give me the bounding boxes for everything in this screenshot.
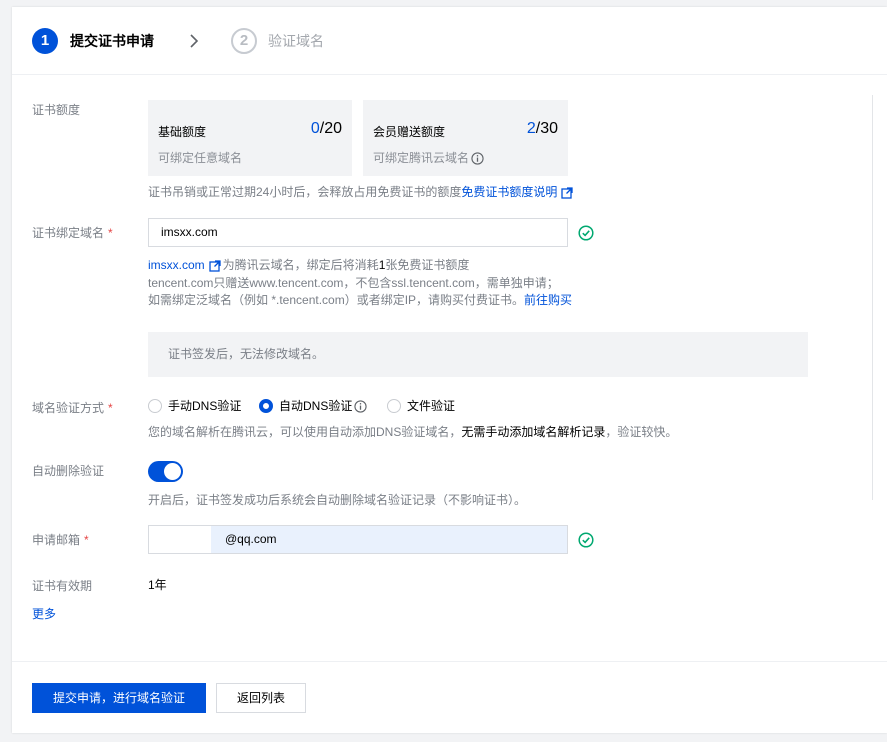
radio-label: 文件验证 <box>407 399 456 413</box>
required-mark: * <box>108 401 113 415</box>
toggle-knob <box>164 463 181 480</box>
step-1-label: 提交证书申请 <box>70 33 154 49</box>
domain-input[interactable]: imsxx.com <box>148 218 568 247</box>
info-icon[interactable] <box>471 152 484 165</box>
domain-hint-line1: imsxx.com 为腾讯云域名，绑定后将消耗1张免费证书额度 <box>148 258 469 272</box>
domain-notice: 证书签发后，无法修改域名。 <box>148 332 808 377</box>
domain-link[interactable]: imsxx.com <box>148 258 205 272</box>
footer-divider <box>12 661 887 662</box>
check-circle-icon <box>578 225 594 241</box>
basic-quota-desc: 可绑定任意域名 <box>158 151 243 165</box>
validity-value: 1年 <box>148 578 167 592</box>
check-circle-icon <box>578 532 594 548</box>
domain-label: 证书绑定域名 * <box>32 226 113 240</box>
quota-help-link[interactable]: 免费证书额度说明 <box>461 185 557 199</box>
domain-hint-line2: tencent.com只赠送www.tencent.com，不包含ssl.ten… <box>148 276 559 290</box>
verify-hint-a: 您的域名解析在腾讯云，可以使用自动添加DNS验证域名， <box>148 425 462 439</box>
external-link-icon[interactable] <box>561 187 574 199</box>
basic-quota-count: 0/20 <box>311 120 342 138</box>
quota-label: 证书额度 <box>32 103 81 117</box>
quota-hint: 证书吊销或正常过期24小时后，会释放占用免费证书的额度免费证书额度说明 <box>148 185 574 199</box>
basic-quota-card: 基础额度 0/20 可绑定任意域名 <box>148 100 352 176</box>
submit-button[interactable]: 提交申请，进行域名验证 <box>32 683 206 713</box>
domain-hint-text-b: 张免费证书额度 <box>385 258 470 272</box>
external-link-icon[interactable] <box>209 260 221 272</box>
radio-label: 手动DNS验证 <box>168 399 242 413</box>
radio-dot[interactable] <box>148 398 162 413</box>
basic-quota-total: /20 <box>319 120 342 137</box>
basic-quota-used: 0 <box>310 120 320 137</box>
radio-dot[interactable] <box>387 398 401 413</box>
radio-label: 自动DNS验证 <box>279 399 353 413</box>
verify-label-text: 域名验证方式 <box>32 401 105 415</box>
required-mark: * <box>84 533 89 547</box>
info-icon[interactable] <box>354 400 367 413</box>
member-quota-title: 会员赠送额度 <box>373 125 446 139</box>
radio-dot-selected[interactable] <box>259 398 273 413</box>
verify-hint: 您的域名解析在腾讯云，可以使用自动添加DNS验证域名，无需手动添加域名解析记录，… <box>148 425 677 439</box>
member-quota-count: 2/30 <box>527 120 558 138</box>
quota-hint-text: 证书吊销或正常过期24小时后，会释放占用免费证书的额度 <box>148 185 462 199</box>
member-quota-card: 会员赠送额度 2/30 可绑定腾讯云域名 <box>363 100 568 176</box>
email-label: 申请邮箱 * <box>32 533 89 547</box>
basic-quota-title: 基础额度 <box>158 125 207 139</box>
domain-label-text: 证书绑定域名 <box>32 226 105 240</box>
scrollbar-track[interactable] <box>872 95 873 500</box>
auto-delete-toggle[interactable] <box>148 461 183 482</box>
email-value: @qq.com <box>225 532 277 546</box>
back-to-list-button[interactable]: 返回列表 <box>216 683 306 713</box>
chevron-right-icon <box>190 34 199 48</box>
step-1-indicator: 1 <box>32 28 58 54</box>
member-quota-used: 2 <box>526 120 536 137</box>
step-header: 1 提交证书申请 2 验证域名 <box>12 7 887 75</box>
required-mark: * <box>108 226 113 240</box>
verify-hint-emphasis: 无需手动添加域名解析记录 <box>461 425 606 439</box>
domain-hint-line3: 如需绑定泛域名（例如 *.tencent.com）或者绑定IP，请购买付费证书。… <box>148 293 572 307</box>
more-link[interactable]: 更多 <box>32 607 56 621</box>
radio-file[interactable]: 文件验证 <box>387 398 455 414</box>
form-panel: 1 提交证书申请 2 验证域名 证书额度 基础额度 0/20 可绑定任意域名 会… <box>12 7 887 733</box>
member-quota-desc-text: 可绑定腾讯云域名 <box>373 151 470 165</box>
step-2-label: 验证域名 <box>268 33 324 49</box>
buy-link[interactable]: 前往购买 <box>524 293 572 307</box>
auto-delete-hint: 开启后，证书签发成功后系统会自动删除域名验证记录（不影响证书）。 <box>148 493 527 507</box>
verify-hint-c: ，验证较快。 <box>605 425 678 439</box>
verify-label: 域名验证方式 * <box>32 401 113 415</box>
auto-delete-label: 自动删除验证 <box>32 464 105 478</box>
radio-manual-dns[interactable]: 手动DNS验证 <box>148 398 241 414</box>
radio-auto-dns[interactable]: 自动DNS验证 <box>259 398 367 414</box>
validity-label: 证书有效期 <box>32 579 93 593</box>
domain-hint-line3-text: 如需绑定泛域名（例如 *.tencent.com）或者绑定IP，请购买付费证书。 <box>148 293 525 307</box>
redacted-region <box>149 526 211 553</box>
email-label-text: 申请邮箱 <box>32 533 81 547</box>
member-quota-total: /30 <box>535 120 558 137</box>
domain-hint-text-a: 为腾讯云域名，绑定后将消耗 <box>222 258 379 272</box>
email-input[interactable]: @qq.com <box>148 525 568 554</box>
member-quota-desc: 可绑定腾讯云域名 <box>373 149 484 166</box>
step-2-indicator: 2 <box>231 28 257 54</box>
